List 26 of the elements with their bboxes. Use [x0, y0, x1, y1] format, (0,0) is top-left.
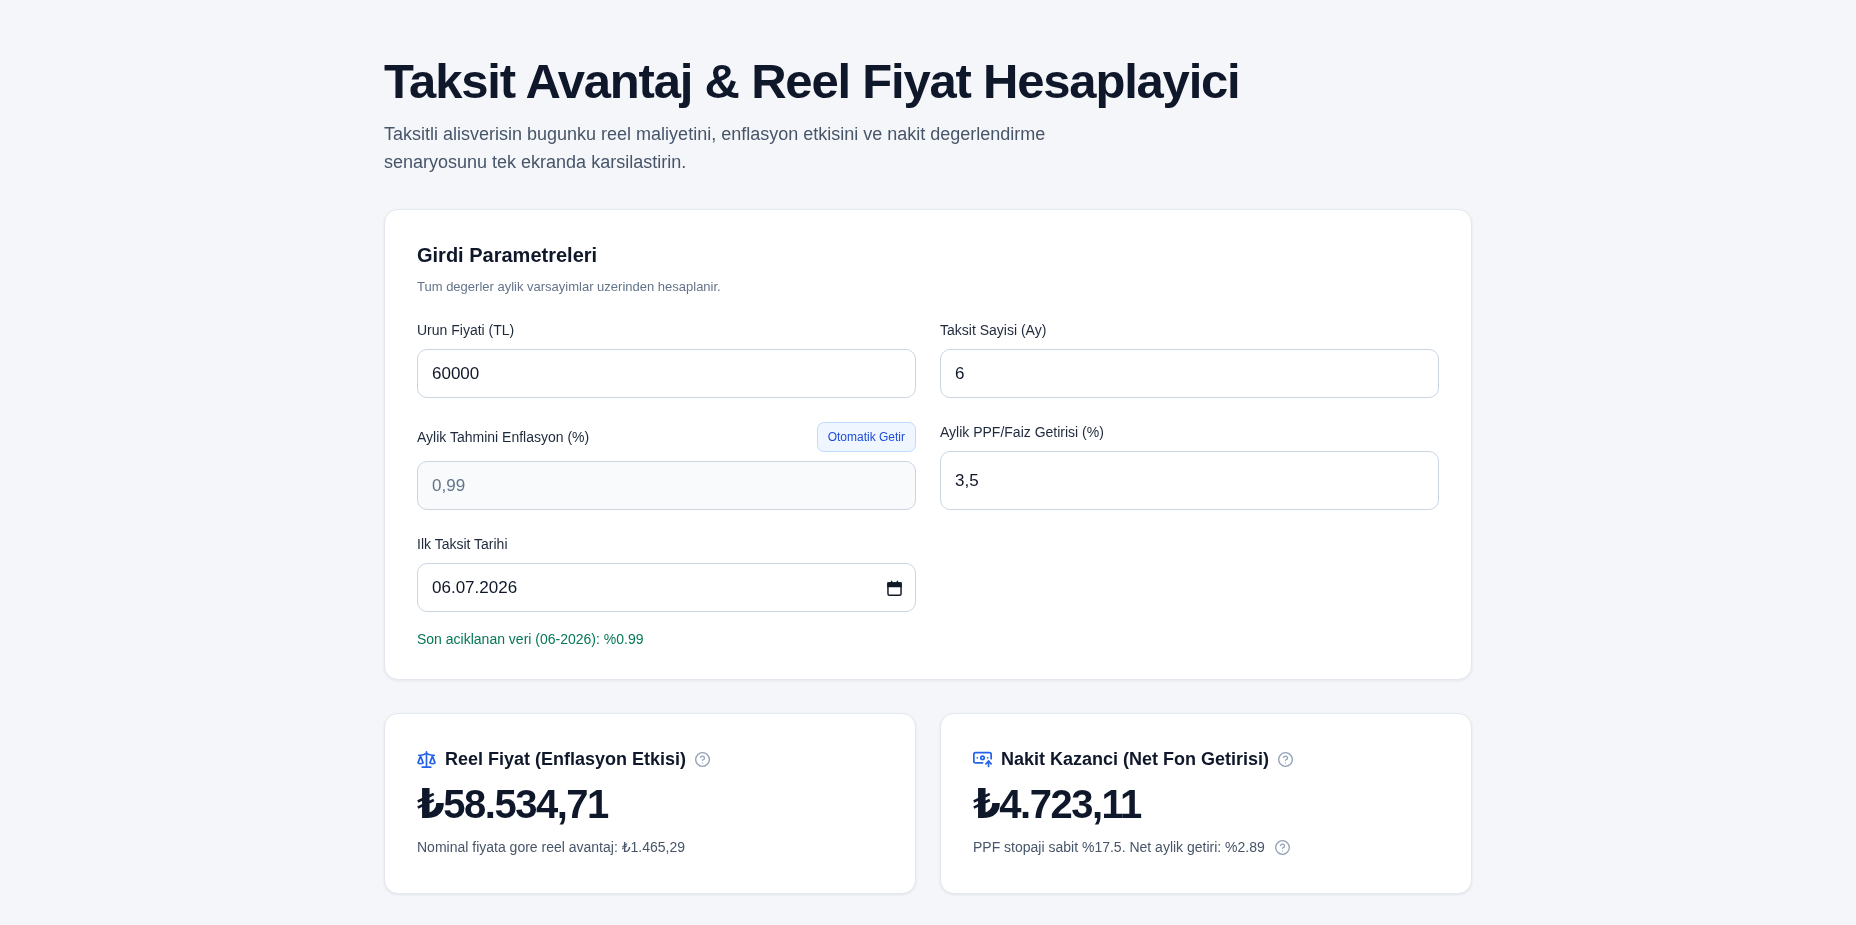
field-label: Aylik Tahmini Enflasyon (%)	[417, 428, 590, 446]
field-label: Taksit Sayisi (Ay)	[940, 321, 1047, 339]
result-value: ₺4.723,11	[973, 781, 1141, 828]
help-icon[interactable]	[1278, 751, 1294, 767]
field-label: Ilk Taksit Tarihi	[417, 535, 508, 553]
input-field[interactable]: 3,5	[940, 451, 1439, 510]
section-hint: Tum degerler aylik varsayimlar uzerinden hesaplanir.	[417, 278, 722, 296]
page-title: Taksit Avantaj & Reel Fiyat Hesaplayici	[384, 53, 1240, 110]
banknote-arrow-icon	[973, 750, 992, 768]
result-detail: PPF stopaji sabit %17.5. Net aylik getiri: %2.89	[973, 838, 1265, 856]
field-label: Urun Fiyati (TL)	[417, 321, 515, 339]
section-title: Girdi Parametreleri	[417, 243, 598, 268]
input-field[interactable]: 60000	[417, 349, 916, 398]
help-icon[interactable]	[1274, 839, 1290, 855]
page-subtitle: Taksitli alisverisin bugunku reel maliyetini, enflasyon etkisini ve nakit degerlendirme senaryosunu tek ekranda karsilastirin.	[384, 123, 1047, 174]
field-label: Aylik PPF/Faiz Getirisi (%)	[940, 423, 1104, 441]
result-title: Reel Fiyat (Enflasyon Etkisi)	[445, 748, 687, 771]
calendar-icon[interactable]	[887, 580, 902, 596]
scale-icon	[417, 750, 436, 768]
data-note: Son aciklanan veri (06-2026): %0.99	[417, 630, 644, 648]
date-field[interactable]: 06.07.2026	[417, 563, 916, 612]
help-icon[interactable]	[695, 751, 711, 767]
input-field[interactable]: 6	[940, 349, 1439, 398]
result-title: Nakit Kazanci (Net Fon Getirisi)	[1001, 748, 1270, 771]
result-detail: Nominal fiyata gore reel avantaj: ₺1.465,29	[417, 838, 686, 856]
result-value: ₺58.534,71	[417, 781, 608, 828]
